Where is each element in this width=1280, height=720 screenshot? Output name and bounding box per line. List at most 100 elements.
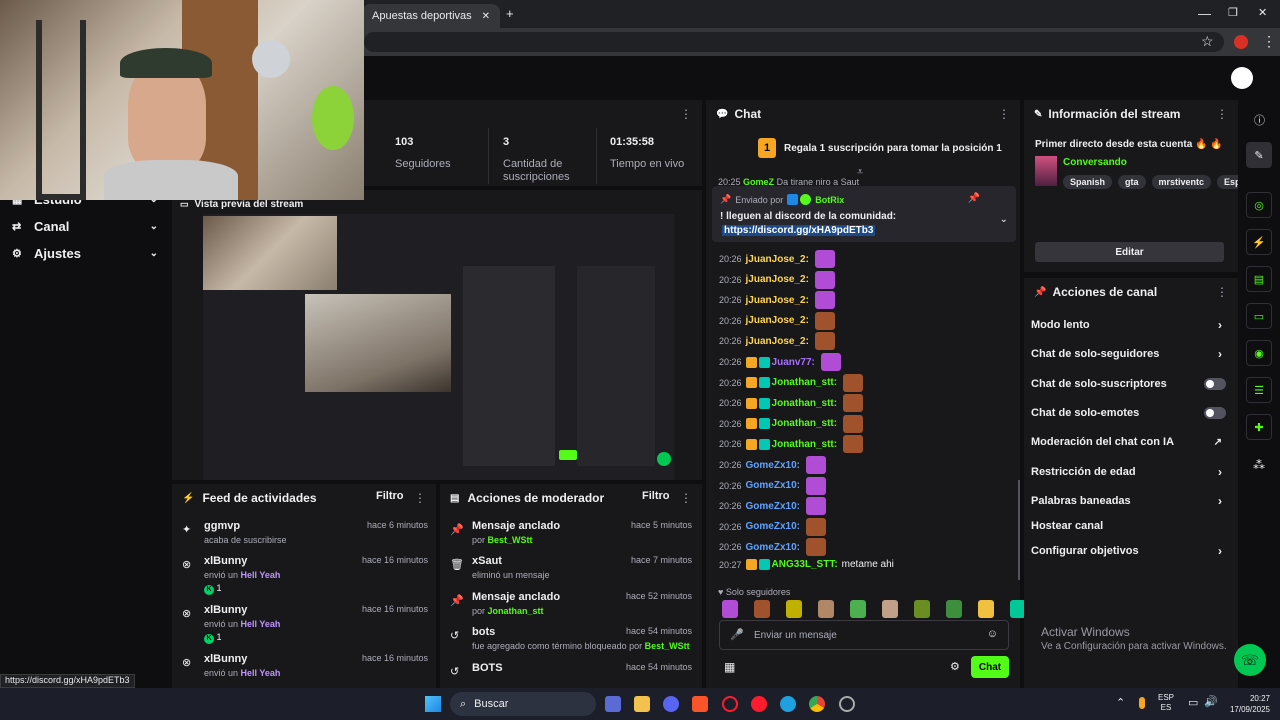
stream-info-menu-icon[interactable]: ⋮ <box>1216 107 1228 121</box>
opera-icon[interactable] <box>751 696 767 712</box>
chat-bubble-icon[interactable]: ▭ <box>1246 303 1272 329</box>
chat-send-button[interactable]: Chat <box>971 656 1009 678</box>
emote-button[interactable] <box>818 600 834 618</box>
url-field[interactable] <box>364 32 1224 52</box>
windows-start-icon[interactable] <box>425 696 441 712</box>
chat-emote[interactable] <box>843 373 864 392</box>
crown-badge[interactable] <box>745 397 757 409</box>
chat-emote[interactable] <box>806 476 826 495</box>
unpin-icon[interactable]: 📌 <box>968 193 980 204</box>
microphone-icon[interactable]: 🎤 <box>730 628 744 641</box>
app-icon[interactable] <box>839 696 855 712</box>
sub-badge[interactable] <box>758 438 770 450</box>
category-name[interactable]: Conversando <box>1063 157 1127 168</box>
chat-emote[interactable] <box>814 250 835 268</box>
chat-username[interactable]: jJuanJose_2: <box>746 336 809 347</box>
emote-button[interactable] <box>786 600 802 618</box>
channel-action-item[interactable]: Palabras baneadas › <box>1031 492 1228 510</box>
channel-action-item[interactable]: Modo lento › <box>1031 316 1228 334</box>
chat-username[interactable]: Jonathan_stt: <box>772 439 838 450</box>
microphone-icon[interactable] <box>1139 697 1145 709</box>
app-icon[interactable] <box>605 696 621 712</box>
browser-menu-icon[interactable]: ⋮ <box>1262 33 1276 50</box>
user-avatar[interactable] <box>1231 67 1253 89</box>
browser-tab[interactable]: Apuestas deportivas Wplay.co ✕ <box>362 4 500 28</box>
language-indicator[interactable]: ESP ES <box>1158 693 1174 713</box>
chat-emote[interactable] <box>806 456 826 474</box>
gear-icon[interactable]: ⚙ <box>950 660 960 673</box>
store-icon[interactable]: ▦ <box>724 660 735 674</box>
channel-action-item[interactable]: Chat de solo-emotes <box>1031 404 1228 422</box>
chat-emote[interactable] <box>814 332 835 351</box>
sub-badge[interactable] <box>758 356 770 368</box>
broadcast-icon[interactable]: ◉ <box>1246 340 1272 366</box>
target-icon[interactable]: ◎ <box>1246 192 1272 218</box>
lightning-icon[interactable]: ⚡ <box>1246 229 1272 255</box>
chat-emote[interactable] <box>806 538 826 557</box>
discord-icon[interactable] <box>663 696 679 712</box>
emote-button[interactable] <box>882 600 898 618</box>
close-window-button[interactable]: ✕ <box>1258 6 1267 19</box>
brave-icon[interactable] <box>692 696 708 712</box>
toggle-switch[interactable] <box>1204 407 1226 419</box>
toggle-switch[interactable] <box>1204 378 1226 390</box>
crown-badge[interactable] <box>745 438 757 450</box>
maximize-button[interactable]: ❐ <box>1228 6 1238 19</box>
emoji-icon[interactable]: ☺ <box>987 628 998 640</box>
wrench-icon[interactable]: ✚ <box>1246 414 1272 440</box>
close-tab-icon[interactable]: ✕ <box>482 11 490 22</box>
pinned-link[interactable]: https://discord.gg/xHA9pdETb3 <box>722 225 876 236</box>
emote-button[interactable] <box>754 600 770 618</box>
opera-gx-icon[interactable] <box>722 696 738 712</box>
channel-action-item[interactable]: Moderación del chat con IA ↗ <box>1031 433 1228 451</box>
crown-badge[interactable] <box>745 377 757 389</box>
sub-badge[interactable] <box>758 559 770 570</box>
stream-preview-video[interactable] <box>203 214 674 480</box>
chat-username[interactable]: jJuanJose_2: <box>746 315 809 326</box>
chat-username[interactable]: Juanv77: <box>772 357 815 368</box>
channel-action-item[interactable]: Chat de solo-seguidores › <box>1031 345 1228 363</box>
taskbar-search[interactable]: ⌕ Buscar <box>450 692 596 716</box>
channel-action-item[interactable]: Chat de solo-suscriptores <box>1031 375 1228 393</box>
file-explorer-icon[interactable] <box>634 696 650 712</box>
tag-chip[interactable]: gta <box>1118 175 1146 189</box>
activity-filter-button[interactable]: Filtro <box>376 490 404 502</box>
chat-username[interactable]: jJuanJose_2: <box>746 274 809 285</box>
stats-menu-icon[interactable]: ⋮ <box>680 107 692 121</box>
chat-username[interactable]: GomeZx10: <box>746 480 800 491</box>
tag-chip[interactable]: Españ <box>1217 175 1238 189</box>
tag-chip[interactable]: Spanish <box>1063 175 1113 189</box>
chat-emote[interactable] <box>843 435 864 454</box>
chat-emote[interactable] <box>814 291 835 310</box>
profile-avatar[interactable] <box>1234 35 1248 49</box>
star-icon[interactable]: ☆ <box>1201 33 1214 50</box>
chat-username[interactable]: GomeZx10: <box>746 542 800 553</box>
apps-icon[interactable]: ⁂ <box>1253 458 1265 472</box>
crown-badge[interactable] <box>745 356 757 368</box>
help-fab[interactable]: ☏ <box>1234 644 1266 676</box>
crown-badge[interactable] <box>745 418 757 430</box>
nav-item-ajustes[interactable]: ⚙ Ajustes ⌄ <box>12 242 162 264</box>
chat-emote[interactable] <box>843 394 864 413</box>
document-icon[interactable]: ▤ <box>1246 266 1272 292</box>
activity-menu-icon[interactable]: ⋮ <box>414 491 426 505</box>
clock[interactable]: 20:27 17/09/2025 <box>1226 693 1270 715</box>
emote-button[interactable] <box>850 600 866 618</box>
nav-item-canal[interactable]: ⇄ Canal ⌄ <box>12 215 162 237</box>
emote-button[interactable] <box>978 600 994 618</box>
network-icon[interactable]: ▭ <box>1188 696 1198 709</box>
chat-username[interactable]: ANG33L_STT: <box>772 559 838 570</box>
channel-action-item[interactable]: Restricción de edad › <box>1031 463 1228 481</box>
chat-username[interactable]: GomeZx10: <box>746 501 800 512</box>
crown-badge[interactable] <box>745 559 757 570</box>
chat-emote[interactable] <box>806 517 826 536</box>
edit-button[interactable]: Editar <box>1035 242 1224 262</box>
mod-menu-icon[interactable]: ⋮ <box>680 491 692 505</box>
pencil-icon[interactable]: ✎ <box>1246 142 1272 168</box>
chat-username[interactable]: jJuanJose_2: <box>746 295 809 306</box>
chat-menu-icon[interactable]: ⋮ <box>998 107 1010 121</box>
tag-chip[interactable]: mrstiventc <box>1151 175 1212 189</box>
chat-scrollbar[interactable] <box>1018 480 1020 580</box>
emote-button[interactable] <box>946 600 962 618</box>
minimize-button[interactable]: — <box>1198 6 1211 21</box>
